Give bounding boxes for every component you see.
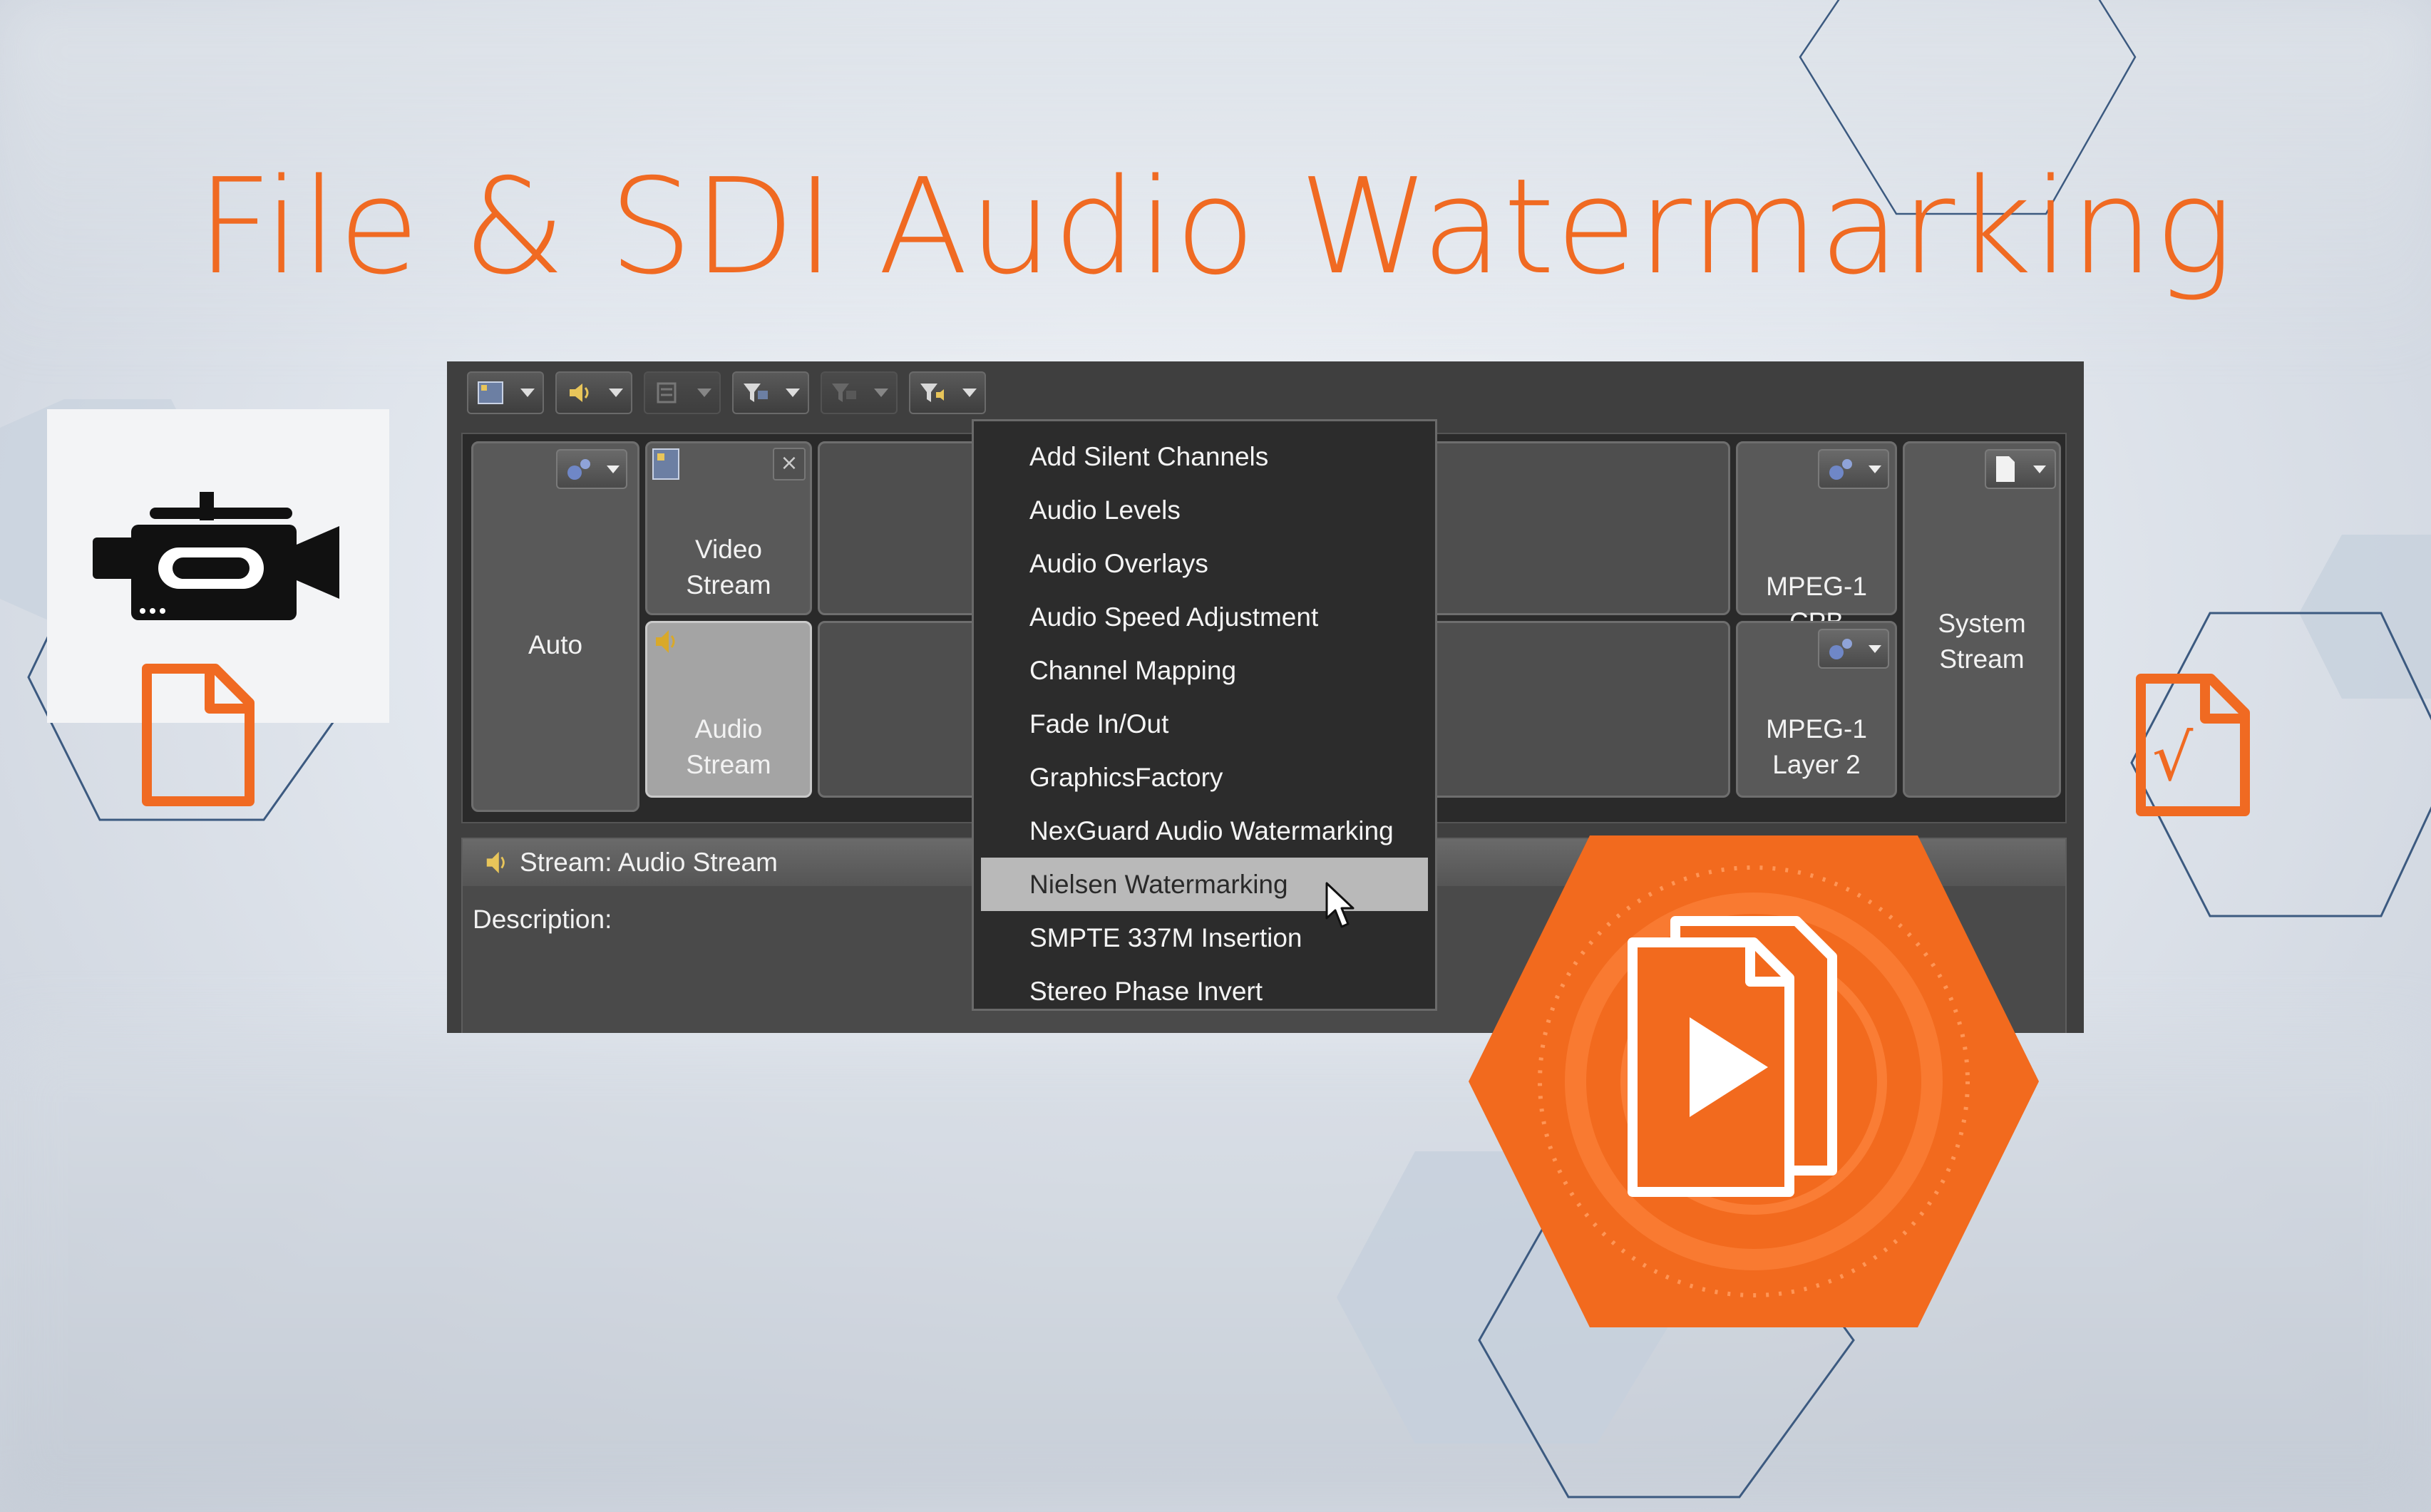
menu-item[interactable]: NexGuard Audio Watermarking xyxy=(981,804,1428,858)
chevron-down-icon xyxy=(2033,465,2046,473)
video-funnel-icon xyxy=(743,384,768,402)
audio-filter-button[interactable] xyxy=(555,371,632,414)
menu-item[interactable]: Add Silent Channels xyxy=(981,430,1428,483)
video-stream-node[interactable]: × Video Stream xyxy=(645,441,812,615)
menu-item[interactable]: Audio Levels xyxy=(981,483,1428,537)
mpeg1-cpb-settings-button[interactable] xyxy=(1818,449,1889,489)
audio-stream-label: Audio Stream xyxy=(686,714,771,779)
mpeg1-layer2-settings-button[interactable] xyxy=(1818,629,1889,669)
chevron-down-icon xyxy=(1868,644,1881,653)
document-icon xyxy=(1996,456,2015,482)
toolbar xyxy=(467,371,986,417)
chevron-down-icon xyxy=(697,389,711,397)
video-filter-button[interactable] xyxy=(467,371,544,414)
menu-item[interactable]: Stereo Phase Invert xyxy=(981,965,1428,1018)
mpeg1-layer2-label: MPEG-1 Layer 2 xyxy=(1766,714,1867,779)
audio-filter-menu: Add Silent Channels Audio Levels Audio O… xyxy=(972,419,1437,1011)
speaker-icon xyxy=(656,630,675,653)
menu-item[interactable]: Fade In/Out xyxy=(981,697,1428,751)
svg-text:√: √ xyxy=(2152,721,2194,796)
auto-node[interactable]: Auto xyxy=(471,441,639,812)
video-camera-icon xyxy=(93,492,339,620)
page-title: File & SDI Audio Watermarking xyxy=(196,150,2235,304)
system-stream-settings-button[interactable] xyxy=(1985,449,2056,489)
chevron-down-icon xyxy=(873,389,888,397)
close-node-button[interactable]: × xyxy=(773,448,806,480)
video-funnel-button[interactable] xyxy=(732,371,809,414)
audio-funnel-button[interactable] xyxy=(909,371,986,414)
audio-funnel-icon xyxy=(920,384,944,402)
menu-item[interactable]: Audio Speed Adjustment xyxy=(981,590,1428,644)
video-stream-icon xyxy=(652,448,679,480)
audio-stream-node[interactable]: Audio Stream xyxy=(645,621,812,798)
mpeg1-layer2-node[interactable]: MPEG-1 Layer 2 xyxy=(1736,621,1897,798)
file-check-icon: √ xyxy=(2136,674,2250,816)
mux-filter-button[interactable] xyxy=(644,371,721,414)
auto-settings-button[interactable] xyxy=(556,449,627,489)
audio-filter-icon xyxy=(569,384,588,402)
menu-item[interactable]: SMPTE 337M Insertion xyxy=(981,911,1428,965)
mpeg1-cpb-node[interactable]: MPEG-1 CPB xyxy=(1736,441,1897,637)
system-stream-label: System Stream xyxy=(1938,609,2026,674)
file-icon xyxy=(142,664,255,806)
speaker-icon xyxy=(486,851,505,874)
menu-item-hovered[interactable]: Nielsen Watermarking xyxy=(981,858,1428,911)
chevron-down-icon xyxy=(606,465,620,473)
video-stream-label: Video Stream xyxy=(686,535,771,600)
gears-icon xyxy=(567,459,590,480)
disabled-funnel-icon xyxy=(831,384,856,402)
disabled-funnel-button[interactable] xyxy=(821,371,898,414)
play-file-icon xyxy=(1469,835,2039,1327)
menu-item[interactable]: Channel Mapping xyxy=(981,644,1428,697)
stream-header-label: Stream: Audio Stream xyxy=(520,848,778,877)
chevron-down-icon xyxy=(520,389,535,397)
menu-item[interactable]: Audio Overlays xyxy=(981,537,1428,590)
gears-icon xyxy=(1829,639,1852,659)
gears-icon xyxy=(1829,459,1852,480)
video-filter-icon xyxy=(477,381,503,404)
auto-label: Auto xyxy=(528,630,583,659)
chevron-down-icon xyxy=(962,389,977,397)
mux-filter-icon xyxy=(657,382,676,403)
mouse-cursor-icon xyxy=(1325,882,1355,928)
menu-item[interactable]: GraphicsFactory xyxy=(981,751,1428,804)
chevron-down-icon xyxy=(608,389,623,397)
chevron-down-icon xyxy=(785,389,800,397)
system-stream-node[interactable]: System Stream xyxy=(1903,441,2061,798)
chevron-down-icon xyxy=(1868,465,1881,473)
